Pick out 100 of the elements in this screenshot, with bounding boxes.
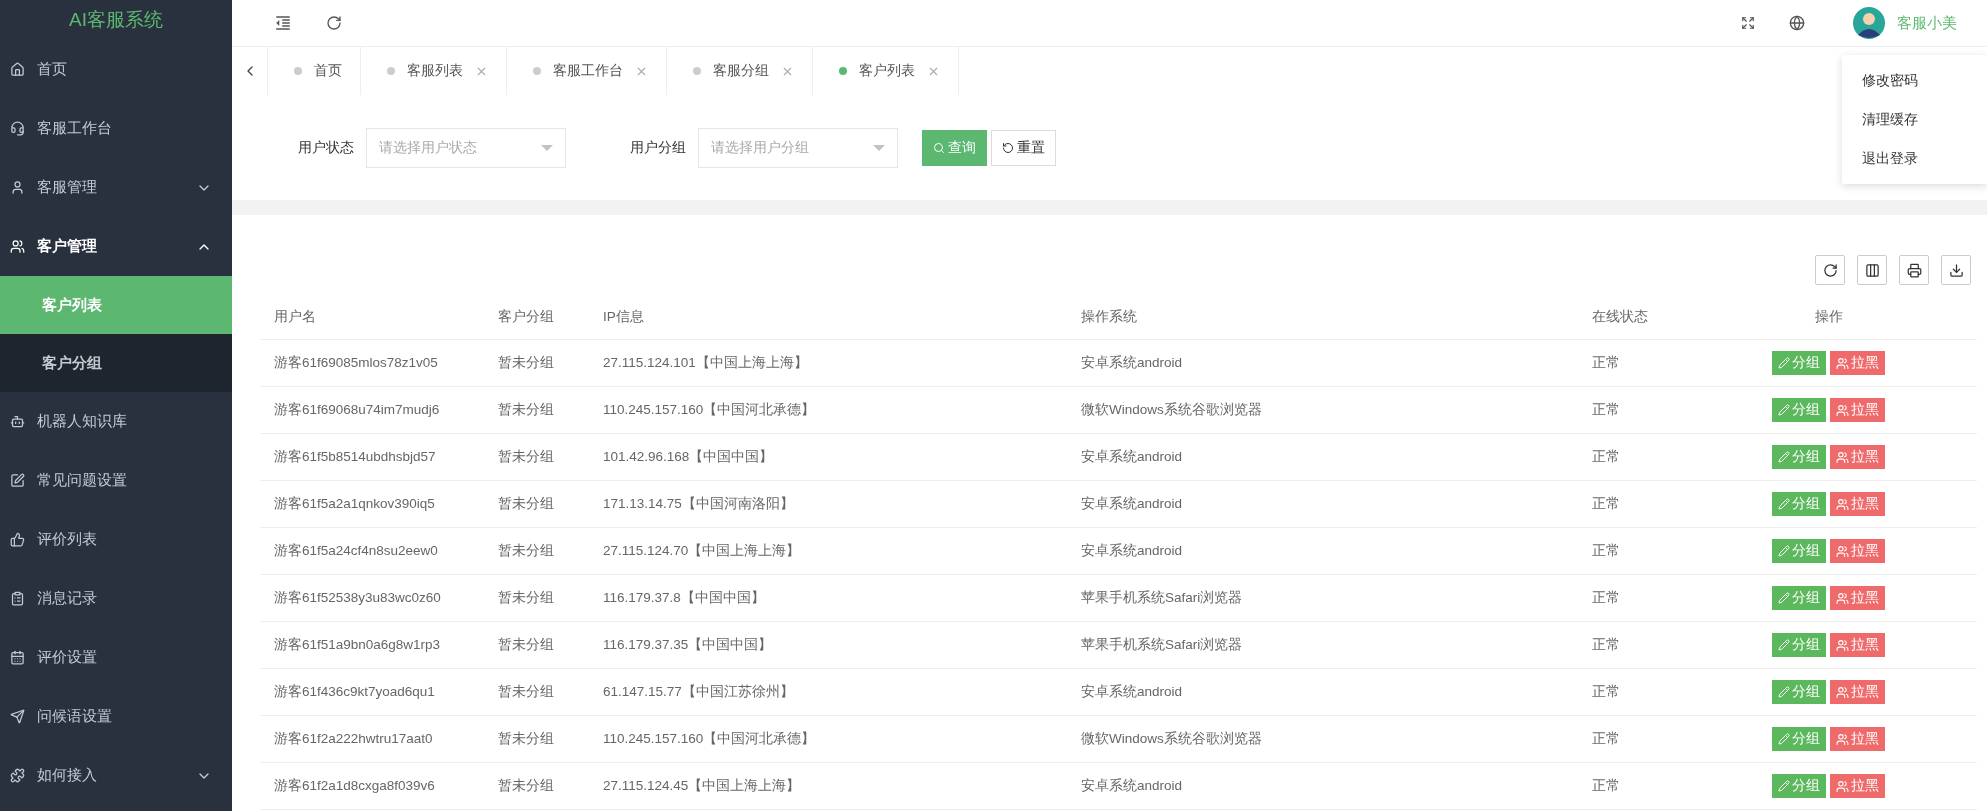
- table-cell: 61.147.15.77【中国江苏徐州】: [603, 683, 794, 701]
- caret-icon: [541, 144, 553, 151]
- blacklist-button[interactable]: 拉黑: [1830, 633, 1885, 657]
- pencil-icon: [1778, 404, 1790, 416]
- table-cell: 116.179.37.8【中国中国】: [603, 589, 765, 607]
- blacklist-button[interactable]: 拉黑: [1830, 445, 1885, 469]
- users-icon: [1836, 544, 1849, 558]
- export-button[interactable]: [1941, 255, 1971, 285]
- table-cell: 暂未分组: [498, 777, 554, 795]
- sidebar-item[interactable]: 评价列表: [0, 510, 232, 569]
- table-cell: 暂未分组: [498, 683, 554, 701]
- select-field[interactable]: 请选择用户状态: [366, 127, 566, 168]
- pencil-icon: [1778, 357, 1790, 369]
- sidebar-subitem[interactable]: 客户列表: [0, 276, 232, 334]
- blacklist-button[interactable]: 拉黑: [1830, 539, 1885, 563]
- table-cell: 游客61f52538y3u83wc0z60: [274, 589, 441, 607]
- menu-item[interactable]: 清理缓存: [1842, 100, 1987, 139]
- reset-icon: [1002, 141, 1014, 154]
- column-header: IP信息: [603, 308, 644, 326]
- blacklist-button[interactable]: 拉黑: [1830, 351, 1885, 375]
- table-cell: 安卓系统android: [1081, 448, 1183, 466]
- group-button[interactable]: 分组: [1772, 398, 1826, 422]
- pencil-icon: [1778, 545, 1790, 557]
- refresh-icon[interactable]: [326, 15, 342, 31]
- pencil-icon: [1778, 780, 1790, 792]
- fullscreen-icon[interactable]: [1741, 16, 1755, 30]
- table-cell: 游客61f69068u74im7mudj6: [274, 401, 440, 419]
- blacklist-button[interactable]: 拉黑: [1830, 586, 1885, 610]
- group-button[interactable]: 分组: [1772, 727, 1826, 751]
- users-icon: [1836, 356, 1849, 370]
- blacklist-button[interactable]: 拉黑: [1830, 774, 1885, 798]
- sidebar-item[interactable]: 如何接入: [0, 746, 232, 805]
- users-icon: [1836, 638, 1849, 652]
- blacklist-button[interactable]: 拉黑: [1830, 727, 1885, 751]
- table-cell: 游客61f5a2a1qnkov390iq5: [274, 495, 435, 513]
- group-button[interactable]: 分组: [1772, 680, 1826, 704]
- menu-icon: [10, 650, 25, 665]
- table-cell: 安卓系统android: [1081, 542, 1183, 560]
- caret-icon: [873, 144, 885, 151]
- group-button[interactable]: 分组: [1772, 445, 1826, 469]
- group-button[interactable]: 分组: [1772, 586, 1826, 610]
- table-cell: 正常: [1592, 354, 1620, 372]
- menu-collapse-icon[interactable]: [274, 14, 292, 32]
- sidebar-item[interactable]: 机器人知识库: [0, 392, 232, 451]
- table-cell: 游客61f2a222hwtru17aat0: [274, 730, 433, 748]
- group-button[interactable]: 分组: [1772, 774, 1826, 798]
- menu-icon: [10, 709, 25, 724]
- table-cell: 暂未分组: [498, 401, 554, 419]
- filter-label: 用户分组: [630, 138, 686, 157]
- table-cell: 正常: [1592, 401, 1620, 419]
- table-cell: 正常: [1592, 542, 1620, 560]
- menu-item[interactable]: 退出登录: [1842, 139, 1987, 178]
- column-header: 在线状态: [1592, 308, 1648, 326]
- table-cell: 游客61f436c9kt7yoad6qu1: [274, 683, 435, 701]
- avatar-icon[interactable]: [1853, 7, 1885, 39]
- sidebar-item[interactable]: 客户管理: [0, 217, 232, 276]
- sidebar-item[interactable]: 评价设置: [0, 628, 232, 687]
- table-cell: 安卓系统android: [1081, 354, 1183, 372]
- menu-icon: [10, 121, 25, 136]
- menu-icon: [10, 62, 25, 77]
- sidebar-item[interactable]: 常见问题设置: [0, 451, 232, 510]
- table-cell: 暂未分组: [498, 589, 554, 607]
- table-cell: 正常: [1592, 448, 1620, 466]
- sidebar-item[interactable]: 问候语设置: [0, 687, 232, 746]
- pencil-icon: [1778, 686, 1790, 698]
- columns-button[interactable]: [1857, 255, 1887, 285]
- pencil-icon: [1778, 733, 1790, 745]
- blacklist-button[interactable]: 拉黑: [1830, 398, 1885, 422]
- download-icon: [1948, 262, 1964, 278]
- globe-icon[interactable]: [1789, 15, 1805, 31]
- menu-icon: [10, 414, 25, 429]
- select-field[interactable]: 请选择用户分组: [698, 127, 898, 168]
- sidebar-subitem[interactable]: 客户分组: [0, 334, 232, 392]
- sidebar-item[interactable]: 客服工作台: [0, 99, 232, 158]
- table-cell: 正常: [1592, 589, 1620, 607]
- group-button[interactable]: 分组: [1772, 633, 1826, 657]
- filter-label: 用户状态: [298, 138, 354, 157]
- table-cell: 安卓系统android: [1081, 777, 1183, 795]
- users-icon: [1836, 779, 1849, 793]
- table-cell: 正常: [1592, 683, 1620, 701]
- table-cell: 苹果手机系统Safari浏览器: [1081, 636, 1243, 654]
- blacklist-button[interactable]: 拉黑: [1830, 680, 1885, 704]
- table-cell: 116.179.37.35【中国中国】: [603, 636, 773, 654]
- sidebar-item[interactable]: 消息记录: [0, 569, 232, 628]
- sidebar-item[interactable]: 客服管理: [0, 158, 232, 217]
- menu-icon: [10, 180, 25, 195]
- blacklist-button[interactable]: 拉黑: [1830, 492, 1885, 516]
- search-button[interactable]: 查询: [922, 129, 987, 166]
- print-button[interactable]: [1899, 255, 1929, 285]
- group-button[interactable]: 分组: [1772, 351, 1826, 375]
- table-cell: 暂未分组: [498, 636, 554, 654]
- group-button[interactable]: 分组: [1772, 492, 1826, 516]
- column-header: 操作: [1814, 308, 1843, 326]
- menu-icon: [10, 473, 25, 488]
- refresh-button[interactable]: [1815, 255, 1845, 285]
- group-button[interactable]: 分组: [1772, 539, 1826, 563]
- user-name[interactable]: 客服小美: [1897, 13, 1957, 33]
- reset-button[interactable]: 重置: [991, 129, 1056, 166]
- sidebar-item[interactable]: 首页: [0, 40, 232, 99]
- menu-item[interactable]: 修改密码: [1842, 61, 1987, 100]
